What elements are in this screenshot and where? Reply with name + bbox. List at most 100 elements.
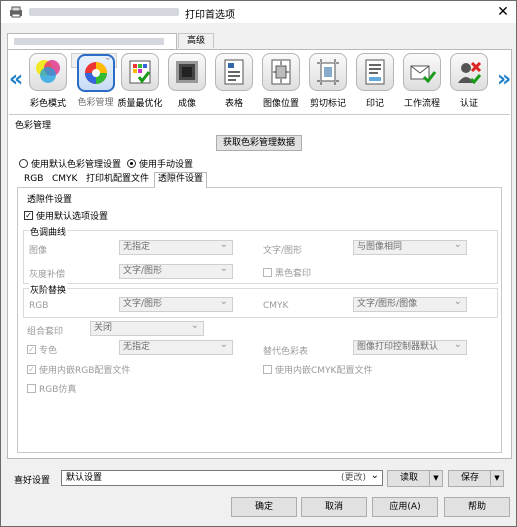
blurred-printer-name <box>29 8 179 16</box>
tab-cmyk[interactable]: CMYK <box>49 173 80 187</box>
image-select[interactable]: 无指定 <box>119 238 233 255</box>
workflow-icon <box>403 53 441 91</box>
save-label: 保存 <box>461 473 480 483</box>
imaging-icon <box>168 53 206 91</box>
spot-color-checkbox[interactable]: ✓ 专色 <box>27 343 57 356</box>
tone-curve-label: 色调曲线 <box>29 225 68 238</box>
favorites-select[interactable]: 默认设置 (更改) ⌄ <box>61 470 383 486</box>
tool-label: 表格 <box>224 99 243 109</box>
color-management-icon <box>76 54 115 92</box>
tab-printer[interactable] <box>7 33 177 49</box>
favorites-value: 默认设置 <box>66 473 103 483</box>
rgb-emulation-checkbox[interactable]: RGB仿真 <box>27 382 76 395</box>
printer-icon <box>10 6 22 18</box>
dropdown-arrow-icon[interactable]: ▼ <box>490 471 503 486</box>
tool-quality-optimize[interactable]: 质量最优化 <box>117 53 163 111</box>
crop-marks-icon <box>309 53 347 91</box>
checkbox-label: 使用默认选项设置 <box>36 212 109 222</box>
embedded-cmyk-checkbox[interactable]: 使用内嵌CMYK配置文件 <box>263 363 372 376</box>
tool-label: 彩色模式 <box>29 99 66 109</box>
print-preferences-window: 打印首选项 ✕ 高级 « » 彩色模式 色彩管理 质量最优化 成像 表格 图像位… <box>0 0 517 527</box>
tool-label: 剪切标记 <box>309 99 346 109</box>
checkbox-label: 使用内嵌RGB配置文件 <box>39 366 131 376</box>
fetch-color-data-button[interactable]: 获取色彩管理数据 <box>216 135 302 151</box>
tab-overprint-settings[interactable]: 透隙件设置 <box>154 172 208 188</box>
rgb-replace-select[interactable]: 文字/图形 <box>119 295 233 312</box>
tool-stamp[interactable]: 印记 <box>352 53 398 111</box>
tool-imaging[interactable]: 成像 <box>164 53 210 111</box>
radio-label: 使用默认色彩管理设置 <box>31 160 122 170</box>
checkbox-label: 黑色套印 <box>275 269 312 279</box>
radio-label: 使用手动设置 <box>139 160 194 170</box>
tool-color-mode[interactable]: 彩色模式 <box>25 53 71 111</box>
load-button[interactable]: 读取 ▼ <box>387 470 443 487</box>
checkbox-label: 专色 <box>39 346 58 356</box>
ok-button[interactable]: 确定 <box>231 497 297 517</box>
alt-color-table-select[interactable]: 图像打印控制器默认 <box>353 338 467 355</box>
form-icon <box>215 53 253 91</box>
text-graphic-label: 文字/图形 <box>263 246 303 256</box>
stamp-icon <box>356 53 394 91</box>
dropdown-arrow-icon[interactable]: ▼ <box>429 471 442 486</box>
checkbox-box <box>263 365 272 374</box>
scroll-left-icon[interactable]: « <box>9 67 23 92</box>
spot-color-select[interactable]: 无指定 <box>119 338 233 355</box>
composite-overprint-label: 组合套印 <box>27 327 64 337</box>
cancel-button[interactable]: 取消 <box>301 497 367 517</box>
load-label: 读取 <box>400 473 419 483</box>
tool-color-management[interactable]: 色彩管理 <box>71 51 117 108</box>
tool-label: 工作流程 <box>403 99 440 109</box>
composite-overprint-select[interactable]: 关闭 <box>90 319 204 336</box>
embedded-rgb-checkbox[interactable]: ✓ 使用内嵌RGB配置文件 <box>27 363 130 376</box>
tool-workflow[interactable]: 工作流程 <box>399 53 445 111</box>
tool-crop-marks[interactable]: 剪切标记 <box>305 53 351 111</box>
tool-label: 成像 <box>177 99 196 109</box>
authentication-icon <box>450 53 488 91</box>
radio-default-settings[interactable]: 使用默认色彩管理设置 <box>19 157 121 170</box>
tab-advanced[interactable]: 高级 <box>178 33 214 48</box>
alt-color-table-label: 替代色彩表 <box>263 347 309 357</box>
checkbox-label: RGB仿真 <box>39 385 77 395</box>
tool-label: 印记 <box>365 99 384 109</box>
black-overprint-checkbox[interactable]: 黑色套印 <box>263 266 311 279</box>
cmyk-label: CMYK <box>263 301 289 311</box>
checkbox-box <box>27 384 36 393</box>
apply-button[interactable]: 应用(A) <box>372 497 438 517</box>
rgb-label: RGB <box>29 301 49 311</box>
group-title: 透隙件设置 <box>27 195 73 205</box>
scroll-right-icon[interactable]: » <box>497 67 511 92</box>
tool-label: 图像位置 <box>262 99 299 109</box>
checkbox-box: ✓ <box>27 365 36 374</box>
title-bar: 打印首选项 ✕ <box>1 1 516 23</box>
radio-circle <box>19 159 28 168</box>
gray-compensation-select[interactable]: 文字/图形 <box>119 262 233 279</box>
tool-image-position[interactable]: 图像位置 <box>258 53 304 111</box>
radio-manual-settings[interactable]: 使用手动设置 <box>127 157 193 170</box>
close-button[interactable]: ✕ <box>493 3 513 21</box>
radio-circle-selected <box>127 159 136 168</box>
tab-printer-profile[interactable]: 打印机配置文件 <box>83 173 152 187</box>
tool-label: 认证 <box>459 99 478 109</box>
cmyk-replace-select[interactable]: 文字/图形/图像 <box>353 295 467 312</box>
window-title: 打印首选项 <box>185 10 235 21</box>
save-button[interactable]: 保存 ▼ <box>448 470 504 487</box>
section-title: 色彩管理 <box>15 121 52 131</box>
inner-panel <box>17 187 502 453</box>
tool-form[interactable]: 表格 <box>211 53 257 111</box>
help-button[interactable]: 帮助 <box>444 497 510 517</box>
quality-optimize-icon <box>121 53 159 91</box>
color-mode-icon <box>29 53 67 91</box>
favorites-changed: (更改) <box>340 473 366 483</box>
tab-rgb[interactable]: RGB <box>21 173 46 187</box>
gray-compensation-label: 灰度补偿 <box>29 270 66 280</box>
checkbox-box <box>263 268 272 277</box>
tool-label: 质量最优化 <box>117 99 163 109</box>
tool-authentication[interactable]: 认证 <box>446 53 492 111</box>
text-graphic-select[interactable]: 与图像相同 <box>353 238 467 255</box>
blurred-tab-label <box>14 38 164 45</box>
toolbar-divider <box>9 114 510 115</box>
favorites-label: 喜好设置 <box>14 476 51 486</box>
checkbox-label: 使用内嵌CMYK配置文件 <box>275 366 373 376</box>
use-default-option-checkbox[interactable]: ✓ 使用默认选项设置 <box>24 209 108 222</box>
chevron-down-icon: ⌄ <box>370 470 379 481</box>
